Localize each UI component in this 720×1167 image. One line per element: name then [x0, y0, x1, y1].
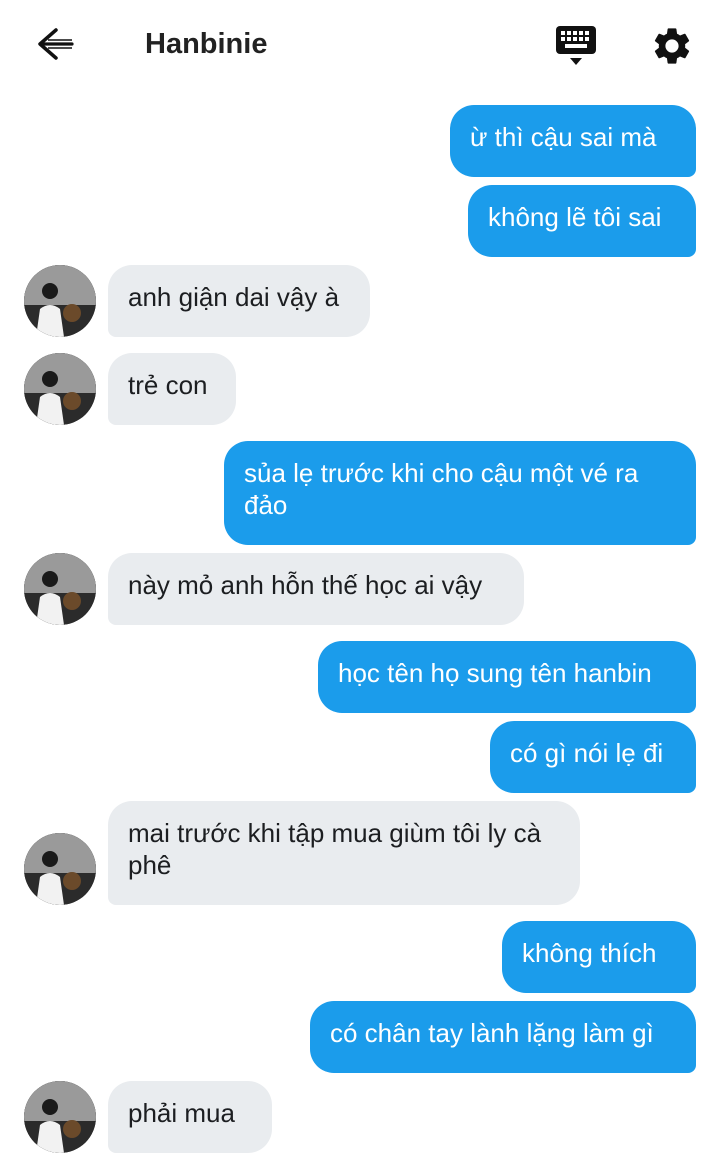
arrow-left-icon [38, 28, 74, 60]
incoming-message[interactable]: phải mua [108, 1081, 272, 1153]
back-button[interactable] [34, 24, 78, 64]
incoming-message[interactable]: trẻ con [108, 353, 236, 425]
conversation-title: Hanbinie [145, 28, 268, 60]
profile-photo-icon [24, 1081, 96, 1153]
profile-photo-icon [24, 353, 96, 425]
chat-header: Hanbinie [0, 0, 720, 90]
profile-photo-icon [24, 265, 96, 337]
outgoing-message[interactable]: có chân tay lành lặng làm gì [310, 1001, 696, 1073]
avatar[interactable] [24, 265, 96, 337]
incoming-message[interactable]: này mỏ anh hỗn thế học ai vậy [108, 553, 524, 625]
incoming-message[interactable]: anh giận dai vậy à [108, 265, 370, 337]
avatar[interactable] [24, 553, 96, 625]
avatar[interactable] [24, 833, 96, 905]
avatar[interactable] [24, 1081, 96, 1153]
outgoing-message[interactable]: có gì nói lẹ đi [490, 721, 696, 793]
keyboard-icon [556, 26, 596, 65]
outgoing-message[interactable]: học tên họ sung tên hanbin [318, 641, 696, 713]
outgoing-message[interactable]: ừ thì cậu sai mà [450, 105, 696, 177]
outgoing-message[interactable]: không lẽ tôi sai [468, 185, 696, 257]
profile-photo-icon [24, 833, 96, 905]
incoming-message[interactable]: mai trước khi tập mua giùm tôi ly cà phê [108, 801, 580, 905]
profile-photo-icon [24, 553, 96, 625]
outgoing-message[interactable]: sủa lẹ trước khi cho cậu một vé ra đảo [224, 441, 696, 545]
outgoing-message[interactable]: không thích [502, 921, 696, 993]
avatar[interactable] [24, 353, 96, 425]
keyboard-button[interactable] [554, 24, 598, 68]
settings-button[interactable] [650, 24, 694, 68]
gear-icon [654, 28, 690, 64]
